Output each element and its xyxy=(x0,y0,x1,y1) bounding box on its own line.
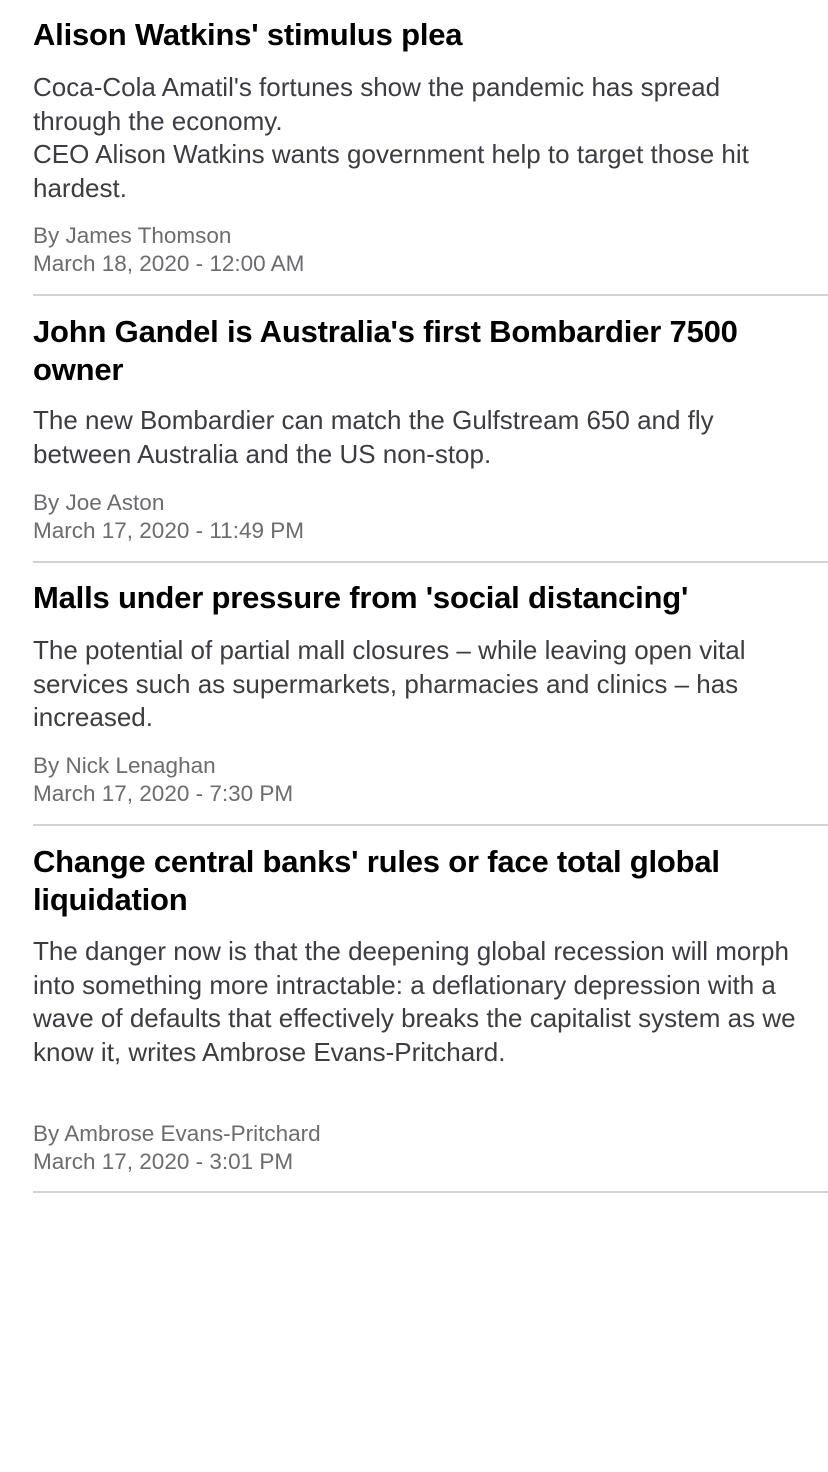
article-date: March 17, 2020 - 3:01 PM xyxy=(33,1149,294,1174)
divider xyxy=(33,561,828,563)
article-headline[interactable]: Alison Watkins' stimulus plea xyxy=(33,16,773,54)
article-byline: By James Thomson xyxy=(33,223,232,248)
article-headline[interactable]: Change central banks' rules or face tota… xyxy=(33,843,773,919)
article-summary: Coca-Cola Amatil's fortunes show the pan… xyxy=(33,72,749,203)
divider xyxy=(33,294,828,296)
article-headline[interactable]: Malls under pressure from 'social distan… xyxy=(33,579,773,617)
article-headline[interactable]: John Gandel is Australia's first Bombard… xyxy=(33,313,773,389)
article-byline: By Nick Lenaghan xyxy=(33,753,216,778)
article-summary: The danger now is that the deepening glo… xyxy=(33,936,796,1067)
article-date: March 18, 2020 - 12:00 AM xyxy=(33,251,305,276)
divider xyxy=(33,824,828,826)
article-byline: By Ambrose Evans-Pritchard xyxy=(33,1121,321,1146)
article-summary: The new Bombardier can match the Gulfstr… xyxy=(33,405,714,469)
article-date: March 17, 2020 - 7:30 PM xyxy=(33,781,294,806)
divider xyxy=(33,1191,828,1193)
article-date: March 17, 2020 - 11:49 PM xyxy=(33,518,304,543)
article-summary: The potential of partial mall closures –… xyxy=(33,635,746,732)
article-byline: By Joe Aston xyxy=(33,490,165,515)
